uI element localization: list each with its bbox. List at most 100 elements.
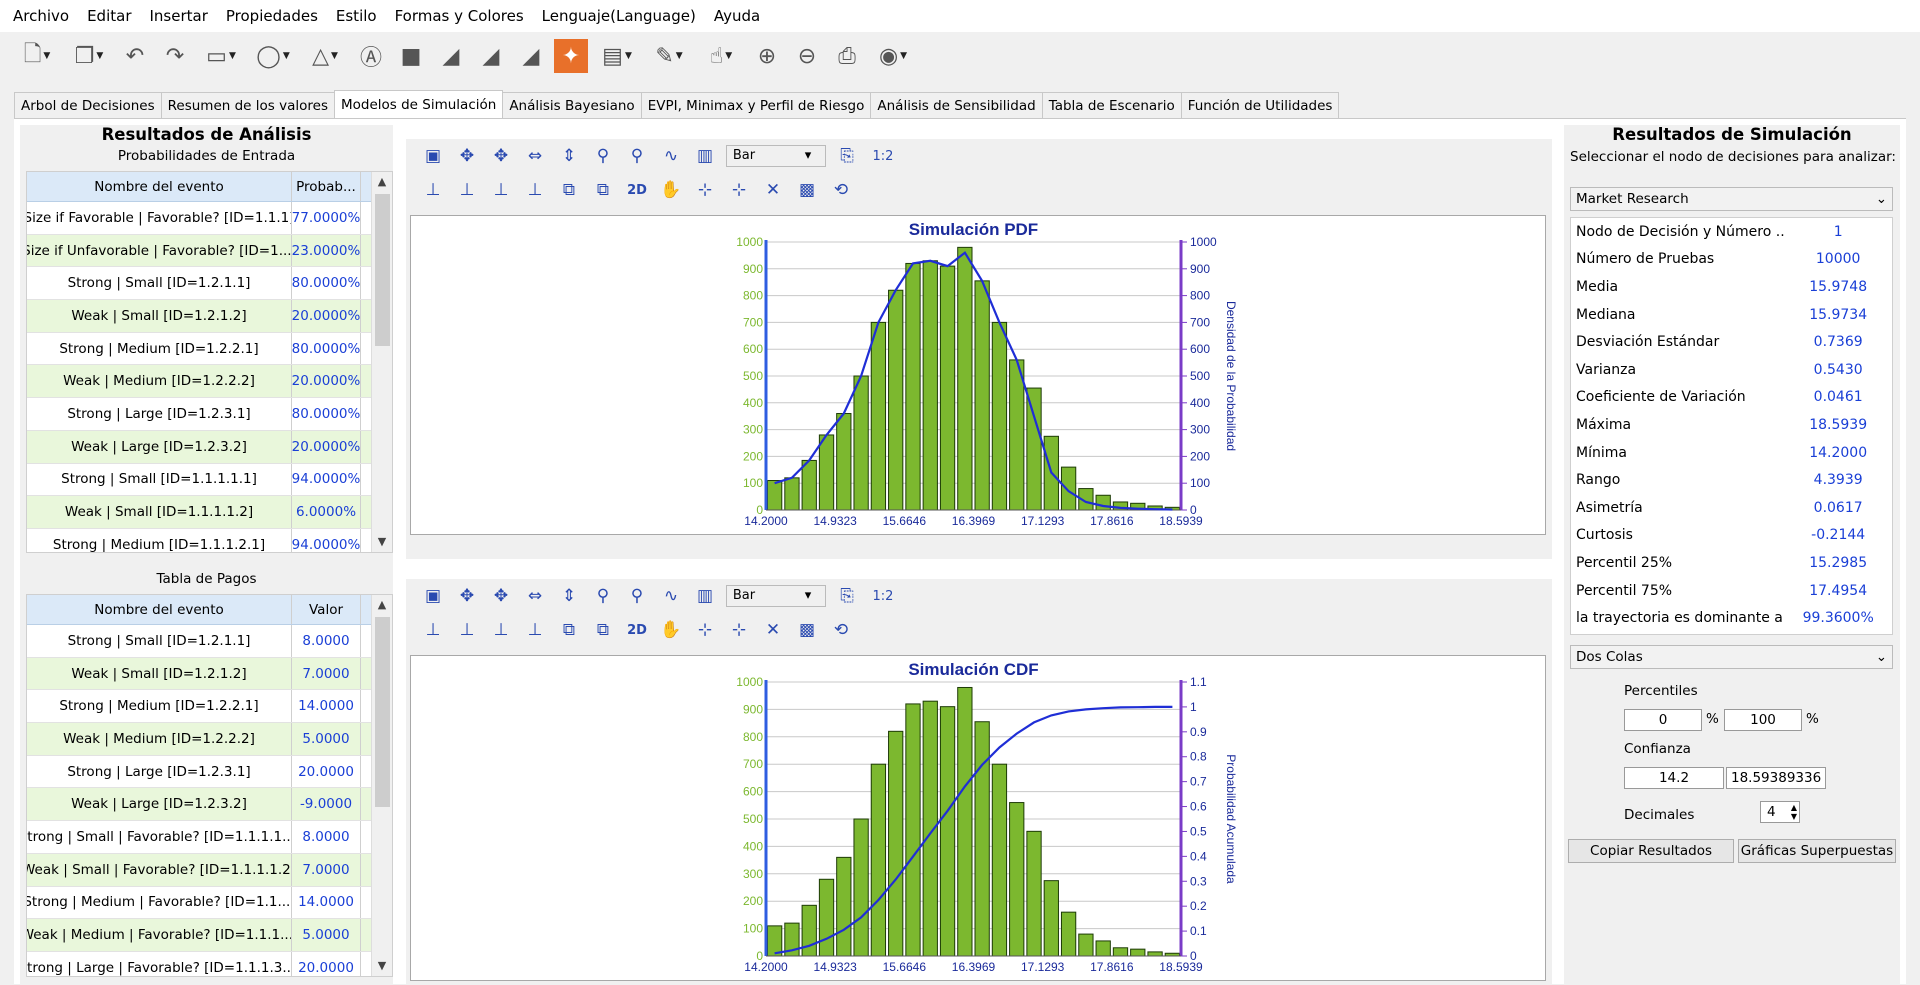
fill-icon[interactable]: ■ — [394, 39, 428, 73]
tab-item[interactable]: Resumen de los valores — [160, 92, 335, 118]
color-icon[interactable]: ▩ — [794, 180, 820, 200]
menu-item[interactable]: Archivo — [4, 7, 78, 25]
chevron-down-icon[interactable]: ▼ — [372, 956, 392, 976]
table-row[interactable]: Strong | Medium [ID=1.2.2.1] 80.0000% — [27, 332, 392, 366]
axis-y-icon[interactable]: ⊥ — [454, 180, 480, 200]
table-row[interactable]: Weak | Small | Favorable? [ID=1.1.1.1.2]… — [27, 853, 392, 887]
copy-data-icon[interactable]: ⎘ — [834, 586, 860, 606]
bar-chart-icon[interactable]: ▥ — [692, 586, 718, 606]
table-row[interactable]: Strong | Medium | Favorable? [ID=1.1....… — [27, 886, 392, 920]
table-row[interactable]: Strong | Medium [ID=1.2.2.1] 14.0000 — [27, 690, 392, 724]
menu-item[interactable]: Estilo — [327, 7, 386, 25]
edit-icon[interactable]: ✎ ▼ — [646, 39, 692, 73]
confidence-low-input[interactable]: 14.2 — [1624, 767, 1724, 789]
table-row[interactable]: Strong | Small | Favorable? [ID=1.1.1.1.… — [27, 821, 392, 854]
select-point-icon[interactable]: ⊹ — [692, 620, 718, 640]
calculator-icon[interactable]: ▤ ▼ — [594, 39, 640, 73]
table-row[interactable]: Weak | Large [ID=1.2.3.2] -9.0000 — [27, 788, 392, 822]
line-chart-icon[interactable]: ∿ — [658, 146, 684, 166]
text-box-icon[interactable]: Ⓐ — [354, 39, 388, 73]
bar-chart-icon[interactable]: ▥ — [692, 146, 718, 166]
line-chart-icon[interactable]: ∿ — [658, 586, 684, 606]
table-row[interactable]: Strong | Small [ID=1.2.1.1] 8.0000 — [27, 625, 392, 658]
chart-icon[interactable]: ◢ — [474, 39, 508, 73]
menu-item[interactable]: Propiedades — [217, 7, 327, 25]
move-x-icon[interactable]: ✥ — [454, 146, 480, 166]
cursor-icon[interactable]: ⊹ — [726, 180, 752, 200]
zoom-icon[interactable]: ⚲ — [590, 586, 616, 606]
copy-results-button[interactable]: Copiar Resultados — [1568, 839, 1734, 863]
scale-x-icon[interactable]: ⇔ — [522, 146, 548, 166]
print-icon[interactable]: ⎙ — [830, 39, 864, 73]
table-row[interactable]: Weak | Medium [ID=1.2.2.2] 20.0000% — [27, 365, 392, 399]
column-header[interactable]: Nombre del evento — [27, 595, 292, 624]
probabilities-scrollbar[interactable]: ▲ ▼ — [371, 172, 392, 552]
axis-x-icon[interactable]: ⊥ — [420, 620, 446, 640]
tails-select[interactable]: Dos Colas ⌄ — [1570, 645, 1893, 669]
chart-type-select[interactable]: Bar ▾ — [726, 145, 826, 167]
table-row[interactable]: Size if Favorable | Favorable? [ID=1.1.1… — [27, 202, 392, 235]
menu-item[interactable]: Ayuda — [705, 7, 769, 25]
table-row[interactable]: Size if Unfavorable | Favorable? [ID=1..… — [27, 234, 392, 268]
confidence-high-input[interactable]: 18.59389336 — [1726, 767, 1826, 789]
chart-properties-icon[interactable]: ▣ — [420, 586, 446, 606]
tab-item[interactable]: Análisis Bayesiano — [502, 92, 642, 118]
zoom-out-icon[interactable]: ⚲ — [624, 586, 650, 606]
axis-right-icon[interactable]: ⊥ — [522, 180, 548, 200]
copy-icon[interactable]: ❐ ▼ — [66, 39, 112, 73]
table-row[interactable]: Strong | Small [ID=1.2.1.1] 80.0000% — [27, 267, 392, 301]
pan-icon[interactable]: ✋ — [658, 180, 684, 200]
column-header[interactable]: Valor — [292, 595, 361, 624]
pan-icon[interactable]: ✋ — [658, 620, 684, 640]
palette-icon[interactable]: ◉ ▼ — [870, 39, 916, 73]
menu-item[interactable]: Formas y Colores — [386, 7, 533, 25]
table-row[interactable]: Strong | Medium [ID=1.1.1.2.1] 94.0000% — [27, 528, 392, 552]
tab-item[interactable]: EVPI, Minimax y Perfil de Riesgo — [640, 92, 872, 118]
table-row[interactable]: Weak | Small [ID=1.2.1.2] 20.0000% — [27, 300, 392, 333]
cursor-icon[interactable]: ⊹ — [726, 620, 752, 640]
new-file-icon[interactable]: 🗋 ▼ — [14, 39, 60, 73]
menu-item[interactable]: Editar — [78, 7, 140, 25]
pointer-icon[interactable]: ☝ ▼ — [698, 39, 744, 73]
axis-x-icon[interactable]: ⊥ — [420, 180, 446, 200]
chevron-up-icon[interactable]: ▲ — [372, 595, 392, 615]
decision-node-select[interactable]: Market Research ⌄ — [1570, 187, 1893, 211]
table-row[interactable]: Weak | Medium | Favorable? [ID=1.1.1....… — [27, 919, 392, 952]
menu-item[interactable]: Lenguaje(Language) — [533, 7, 705, 25]
mode-2d[interactable]: 2D — [624, 183, 650, 198]
axis-left-icon[interactable]: ⊥ — [488, 180, 514, 200]
axis-right-icon[interactable]: ⊥ — [522, 620, 548, 640]
payoff-scrollbar[interactable]: ▲ ▼ — [371, 595, 392, 976]
undo-icon[interactable]: ↶ — [118, 39, 152, 73]
copy-data-icon[interactable]: ⎘ — [834, 146, 860, 166]
rectangle-icon[interactable]: ▭ ▼ — [198, 39, 244, 73]
chevron-up-icon[interactable]: ▲ — [372, 172, 392, 192]
chart-icon[interactable]: ◢ — [514, 39, 548, 73]
zoom-icon[interactable]: ⚲ — [590, 146, 616, 166]
tab-item[interactable]: Función de Utilidades — [1180, 92, 1340, 118]
table-row[interactable]: Strong | Large | Favorable? [ID=1.1.1.3.… — [27, 951, 392, 976]
annotation-icon[interactable]: ✕ — [760, 620, 786, 640]
triangle-icon[interactable]: △ ▼ — [302, 39, 348, 73]
copy-chart-icon[interactable]: ⧉ — [556, 180, 582, 200]
table-row[interactable]: Weak | Medium [ID=1.2.2.2] 5.0000 — [27, 723, 392, 756]
redo-icon[interactable]: ↷ — [158, 39, 192, 73]
annotation-icon[interactable]: ✕ — [760, 180, 786, 200]
column-header[interactable]: Nombre del evento — [27, 172, 292, 201]
table-row[interactable]: Strong | Small [ID=1.1.1.1.1] 94.0000% — [27, 463, 392, 497]
ratio-label[interactable]: 1:2 — [868, 589, 898, 604]
chevron-down-icon[interactable]: ▼ — [372, 532, 392, 552]
menu-item[interactable]: Insertar — [141, 7, 217, 25]
table-row[interactable]: Strong | Large [ID=1.2.3.1] 20.0000 — [27, 755, 392, 789]
copy-chart-icon[interactable]: ⧉ — [556, 620, 582, 640]
scale-y-icon[interactable]: ⇕ — [556, 586, 582, 606]
scroll-thumb[interactable] — [375, 617, 390, 807]
axis-y-icon[interactable]: ⊥ — [454, 620, 480, 640]
move-x-icon[interactable]: ✥ — [454, 586, 480, 606]
rotate-icon[interactable]: ⟲ — [828, 620, 854, 640]
ellipse-icon[interactable]: ◯ ▼ — [250, 39, 296, 73]
axis-left-icon[interactable]: ⊥ — [488, 620, 514, 640]
mode-2d[interactable]: 2D — [624, 623, 650, 638]
restore-icon[interactable]: ⧉ — [590, 180, 616, 200]
rotate-icon[interactable]: ⟲ — [828, 180, 854, 200]
